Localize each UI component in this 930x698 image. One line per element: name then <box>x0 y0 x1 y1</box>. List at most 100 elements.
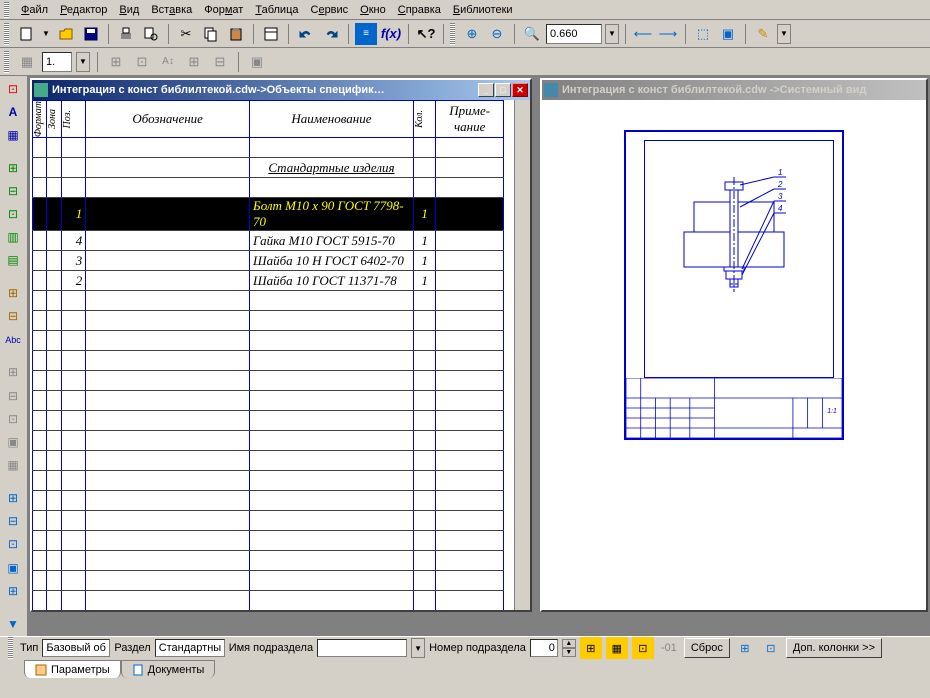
properties-button[interactable] <box>260 23 282 45</box>
spin-down[interactable]: ▼ <box>562 648 576 657</box>
tab-parameters[interactable]: Параметры <box>24 660 121 678</box>
param-icon-1[interactable]: ⊞ <box>580 637 602 659</box>
table-row[interactable] <box>33 431 504 451</box>
table-row[interactable]: 3Шайба 10 Н ГОСТ 6402-701 <box>33 251 504 271</box>
table-row[interactable] <box>33 311 504 331</box>
toolbar-grip-2[interactable] <box>450 23 455 45</box>
vtb-link3-icon[interactable]: ⊡ <box>2 534 24 555</box>
vtb-row3-icon[interactable]: ⊡ <box>2 408 24 429</box>
table-row[interactable] <box>33 411 504 431</box>
vtb-spec3-icon[interactable]: ⊡ <box>2 204 24 225</box>
new-button[interactable] <box>15 23 37 45</box>
maximize-button[interactable]: □ <box>495 83 511 97</box>
tb2-btn-1[interactable]: ⊞ <box>105 51 127 73</box>
vtb-table-icon[interactable]: ▦ <box>2 124 24 145</box>
table-row[interactable]: 4Гайка М10 ГОСТ 5915-701 <box>33 231 504 251</box>
vtb-row5-icon[interactable]: ▦ <box>2 455 24 476</box>
vtb-add1-icon[interactable]: ⊞ <box>2 283 24 304</box>
open-button[interactable] <box>55 23 77 45</box>
menu-editor[interactable]: Редактор <box>60 4 107 16</box>
close-button[interactable]: ✕ <box>512 83 528 97</box>
zoom-dropdown[interactable]: ▼ <box>605 24 619 44</box>
vtb-spec4-icon[interactable]: ▥ <box>2 227 24 248</box>
spin-up[interactable]: ▲ <box>562 639 576 648</box>
tb2-btn-2[interactable]: ⊡ <box>131 51 153 73</box>
subsection-num-field[interactable] <box>530 639 558 657</box>
menu-grip[interactable] <box>4 2 9 18</box>
vtb-text-icon[interactable]: ⊡ <box>2 78 24 99</box>
vtb-abc-icon[interactable]: Abc <box>2 329 24 350</box>
subsection-name-dropdown[interactable]: ▼ <box>411 638 425 658</box>
zoom-prev-button[interactable]: ⟵ <box>632 23 654 45</box>
tb2-btn-6[interactable]: ▣ <box>246 51 268 73</box>
redraw-button[interactable]: ✎ <box>752 23 774 45</box>
table-row[interactable] <box>33 551 504 571</box>
copy-button[interactable] <box>200 23 222 45</box>
redraw-dropdown[interactable]: ▼ <box>777 24 791 44</box>
vertical-scrollbar[interactable] <box>514 100 530 610</box>
menu-service[interactable]: Сервис <box>310 4 348 16</box>
fit-button[interactable]: ▣ <box>717 23 739 45</box>
toolbar-grip[interactable] <box>4 23 9 45</box>
menu-file[interactable]: Файлdocument.currentScript.previousEleme… <box>21 4 48 16</box>
table-row[interactable] <box>33 351 504 371</box>
zoom-value-input[interactable] <box>546 24 602 44</box>
print-button[interactable] <box>115 23 137 45</box>
pan-button[interactable]: ⬚ <box>692 23 714 45</box>
vtb-spec5-icon[interactable]: ▤ <box>2 250 24 271</box>
spec-titlebar[interactable]: Интеграция с конст библилтекой.cdw->Объе… <box>32 80 530 100</box>
minimize-button[interactable]: _ <box>478 83 494 97</box>
vtb-link4-icon[interactable]: ▣ <box>2 557 24 578</box>
vtb-add2-icon[interactable]: ⊟ <box>2 306 24 327</box>
new-dropdown[interactable]: ▼ <box>40 23 52 45</box>
param-icon-2[interactable]: ▦ <box>606 637 628 659</box>
table-row[interactable] <box>33 511 504 531</box>
vtb-expand-icon[interactable]: ▼ <box>2 613 24 634</box>
vtb-row2-icon[interactable]: ⊟ <box>2 385 24 406</box>
zoom-in-button[interactable]: ⊕ <box>461 23 483 45</box>
tb2-btn-5[interactable]: ⊟ <box>209 51 231 73</box>
section-field[interactable] <box>155 639 225 657</box>
drawing-canvas[interactable]: 1 2 3 4 <box>542 100 926 610</box>
tb2-btn-3[interactable]: A↕ <box>157 51 179 73</box>
table-row[interactable] <box>33 451 504 471</box>
variables-button[interactable]: ≡ <box>355 23 377 45</box>
menu-window[interactable]: Окно <box>360 4 386 16</box>
table-row[interactable] <box>33 591 504 610</box>
table-row[interactable] <box>33 491 504 511</box>
menu-insert[interactable]: Вставка <box>151 4 192 16</box>
params-grip[interactable] <box>8 637 13 659</box>
table-row[interactable] <box>33 331 504 351</box>
table-row[interactable] <box>33 471 504 491</box>
spec-table-container[interactable]: Формат Зона Поз. Обозначение Наименовани… <box>32 100 514 610</box>
cut-button[interactable]: ✂ <box>175 23 197 45</box>
vtb-row4-icon[interactable]: ▣ <box>2 431 24 452</box>
table-row[interactable] <box>33 178 504 198</box>
vtb-spec1-icon[interactable]: ⊞ <box>2 157 24 178</box>
menu-libraries[interactable]: Библиотеки <box>453 4 513 16</box>
page-setup-button[interactable]: ▦ <box>16 51 38 73</box>
vtb-link5-icon[interactable]: ⊞ <box>2 580 24 601</box>
table-row[interactable]: 2Шайба 10 ГОСТ 11371-781 <box>33 271 504 291</box>
zoom-out-button[interactable]: ⊖ <box>486 23 508 45</box>
zoom-window-button[interactable]: 🔍 <box>521 23 543 45</box>
table-row[interactable] <box>33 571 504 591</box>
vtb-row1-icon[interactable]: ⊞ <box>2 362 24 383</box>
param-icon-5[interactable]: ⊞ <box>734 637 756 659</box>
table-row[interactable] <box>33 371 504 391</box>
drawing-titlebar[interactable]: Интеграция с конст библилтекой.cdw ->Сис… <box>542 80 926 100</box>
step-field[interactable]: 1. <box>42 52 72 72</box>
vtb-link1-icon[interactable]: ⊞ <box>2 487 24 508</box>
vtb-a-icon[interactable]: A <box>2 101 24 122</box>
menu-help[interactable]: Справка <box>398 4 441 16</box>
param-icon-3[interactable]: ⊡ <box>632 637 654 659</box>
param-icon-4[interactable]: -01 <box>658 637 680 659</box>
subsection-name-field[interactable] <box>317 639 407 657</box>
table-row[interactable]: 1Болт М10 x 90 ГОСТ 7798-701 <box>33 198 504 231</box>
menu-format[interactable]: Формат <box>204 4 243 16</box>
save-button[interactable] <box>80 23 102 45</box>
preview-button[interactable] <box>140 23 162 45</box>
table-row[interactable] <box>33 531 504 551</box>
tab-documents[interactable]: Документы <box>121 660 216 678</box>
type-field[interactable] <box>42 639 110 657</box>
